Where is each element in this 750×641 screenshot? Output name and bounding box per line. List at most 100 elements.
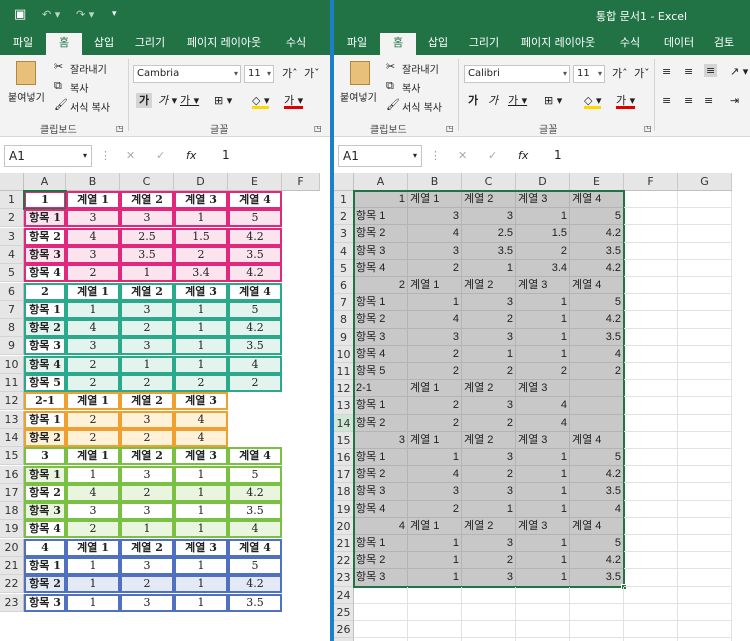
- align-right-icon[interactable]: ≡: [704, 95, 713, 106]
- data-cell[interactable]: 4: [570, 500, 624, 518]
- data-cell[interactable]: 계열 4: [570, 191, 624, 209]
- underline-icon[interactable]: 가 ▾: [180, 95, 199, 106]
- data-cell[interactable]: 항목 2: [24, 575, 66, 594]
- data-cell[interactable]: 3.5: [228, 245, 282, 264]
- customize-toolbar-icon[interactable]: ▾: [112, 9, 117, 20]
- data-cell[interactable]: 2: [408, 363, 462, 381]
- empty-cell[interactable]: [624, 500, 678, 518]
- italic-icon[interactable]: 가: [488, 95, 498, 106]
- row-header[interactable]: 1: [0, 191, 24, 209]
- data-cell[interactable]: 1: [174, 465, 228, 484]
- data-cell[interactable]: 4: [408, 311, 462, 329]
- data-cell[interactable]: 3.4: [516, 259, 570, 277]
- data-cell[interactable]: 1: [516, 552, 570, 570]
- row-header[interactable]: 23: [0, 593, 24, 612]
- row-header[interactable]: 7: [0, 300, 24, 319]
- data-cell[interactable]: 2: [174, 245, 228, 264]
- column-header[interactable]: E: [570, 173, 624, 191]
- data-cell[interactable]: 4: [570, 345, 624, 363]
- tab-1[interactable]: 홈: [380, 33, 416, 55]
- row-header[interactable]: 21: [334, 535, 354, 553]
- data-cell[interactable]: 계열 4: [570, 431, 624, 449]
- series-header-cell[interactable]: 계열 1: [66, 282, 120, 301]
- data-cell[interactable]: 2: [408, 397, 462, 415]
- data-cell[interactable]: 1: [408, 449, 462, 467]
- data-cell[interactable]: 1: [408, 294, 462, 312]
- data-cell[interactable]: 2: [66, 374, 120, 392]
- align-middle-icon[interactable]: ≡: [684, 66, 693, 77]
- column-header[interactable]: D: [516, 173, 570, 191]
- row-header[interactable]: 22: [334, 552, 354, 570]
- data-cell[interactable]: 항목 1: [24, 300, 66, 319]
- column-header[interactable]: B: [66, 173, 120, 191]
- bold-icon[interactable]: 가: [468, 95, 478, 106]
- data-cell[interactable]: 3.5: [570, 483, 624, 501]
- empty-cell[interactable]: [678, 208, 732, 226]
- data-cell[interactable]: 1: [66, 557, 120, 575]
- data-cell[interactable]: 계열 2: [462, 191, 516, 209]
- data-cell[interactable]: 2: [516, 242, 570, 260]
- data-cell[interactable]: 3: [462, 535, 516, 553]
- data-cell[interactable]: 1: [516, 208, 570, 226]
- align-center-icon[interactable]: ≡: [684, 95, 693, 106]
- empty-cell[interactable]: [678, 328, 732, 346]
- data-cell[interactable]: 2: [120, 319, 174, 338]
- data-cell[interactable]: 1: [174, 209, 228, 228]
- data-cell[interactable]: 1: [120, 520, 174, 539]
- data-cell[interactable]: [570, 397, 624, 415]
- data-cell[interactable]: 항목 3: [354, 483, 408, 501]
- empty-cell[interactable]: [624, 431, 678, 449]
- tab-0[interactable]: 파일: [338, 33, 376, 55]
- column-header[interactable]: A: [354, 173, 408, 191]
- empty-cell[interactable]: [678, 621, 732, 639]
- shrink-font-icon[interactable]: 가ˇ: [304, 68, 320, 79]
- format-painter-button[interactable]: 서식 복사: [70, 99, 110, 114]
- data-cell[interactable]: 항목 2: [354, 225, 408, 243]
- enter-icon[interactable]: ✓: [156, 150, 165, 161]
- font-size-box[interactable]: 11 ▾: [244, 65, 274, 83]
- row-header[interactable]: 25: [334, 603, 354, 621]
- row-header[interactable]: 8: [0, 319, 24, 338]
- save-icon[interactable]: ▣: [14, 8, 26, 21]
- data-cell[interactable]: 항목 1: [24, 410, 66, 429]
- row-header[interactable]: 16: [334, 449, 354, 467]
- row-header[interactable]: 17: [334, 466, 354, 484]
- empty-cell[interactable]: [624, 328, 678, 346]
- copy-button[interactable]: 복사: [402, 80, 420, 95]
- column-header[interactable]: F: [624, 173, 678, 191]
- dialog-launcher-icon[interactable]: ◳: [314, 123, 322, 134]
- empty-cell[interactable]: [678, 517, 732, 535]
- data-cell[interactable]: 계열 2: [462, 277, 516, 295]
- cut-button[interactable]: 잘라내기: [70, 61, 107, 76]
- data-cell[interactable]: 3: [66, 502, 120, 521]
- worksheet-grid[interactable]: A B C D E F G 1 2 3 4 5 6 7 8 9 10 11 12 13 14 15 16 17 18 19 20 21…: [334, 173, 750, 641]
- data-cell[interactable]: 3: [120, 337, 174, 356]
- column-header[interactable]: G: [678, 173, 732, 191]
- row-header[interactable]: 7: [334, 294, 354, 312]
- series-header-cell[interactable]: 계열 1: [66, 191, 120, 209]
- undo-icon[interactable]: ↶ ▾: [42, 9, 60, 20]
- empty-cell[interactable]: [678, 500, 732, 518]
- data-cell[interactable]: 4.2: [570, 311, 624, 329]
- empty-cell[interactable]: [624, 466, 678, 484]
- data-cell[interactable]: 계열 2: [462, 431, 516, 449]
- data-cell[interactable]: 1: [174, 593, 228, 612]
- tab-0[interactable]: 파일: [4, 33, 42, 55]
- data-cell[interactable]: 1: [516, 535, 570, 553]
- data-cell[interactable]: 2: [516, 363, 570, 381]
- data-cell[interactable]: 4.2: [228, 264, 282, 283]
- data-cell[interactable]: 항목 3: [354, 242, 408, 260]
- series-header-cell[interactable]: 계열 3: [174, 282, 228, 301]
- empty-cell[interactable]: [678, 242, 732, 260]
- font-name-box[interactable]: Cambria ▾: [133, 65, 241, 83]
- data-cell[interactable]: 항목 1: [354, 535, 408, 553]
- data-cell[interactable]: 4.2: [228, 575, 282, 594]
- series-header-cell[interactable]: 계열 2: [120, 282, 174, 301]
- series-header-cell[interactable]: 계열 3: [174, 191, 228, 209]
- data-cell[interactable]: 항목 3: [354, 328, 408, 346]
- data-cell[interactable]: 3: [120, 465, 174, 484]
- data-cell[interactable]: 1.5: [516, 225, 570, 243]
- format-painter-button[interactable]: 서식 복사: [402, 99, 442, 114]
- empty-cell[interactable]: [678, 449, 732, 467]
- empty-cell[interactable]: [678, 483, 732, 501]
